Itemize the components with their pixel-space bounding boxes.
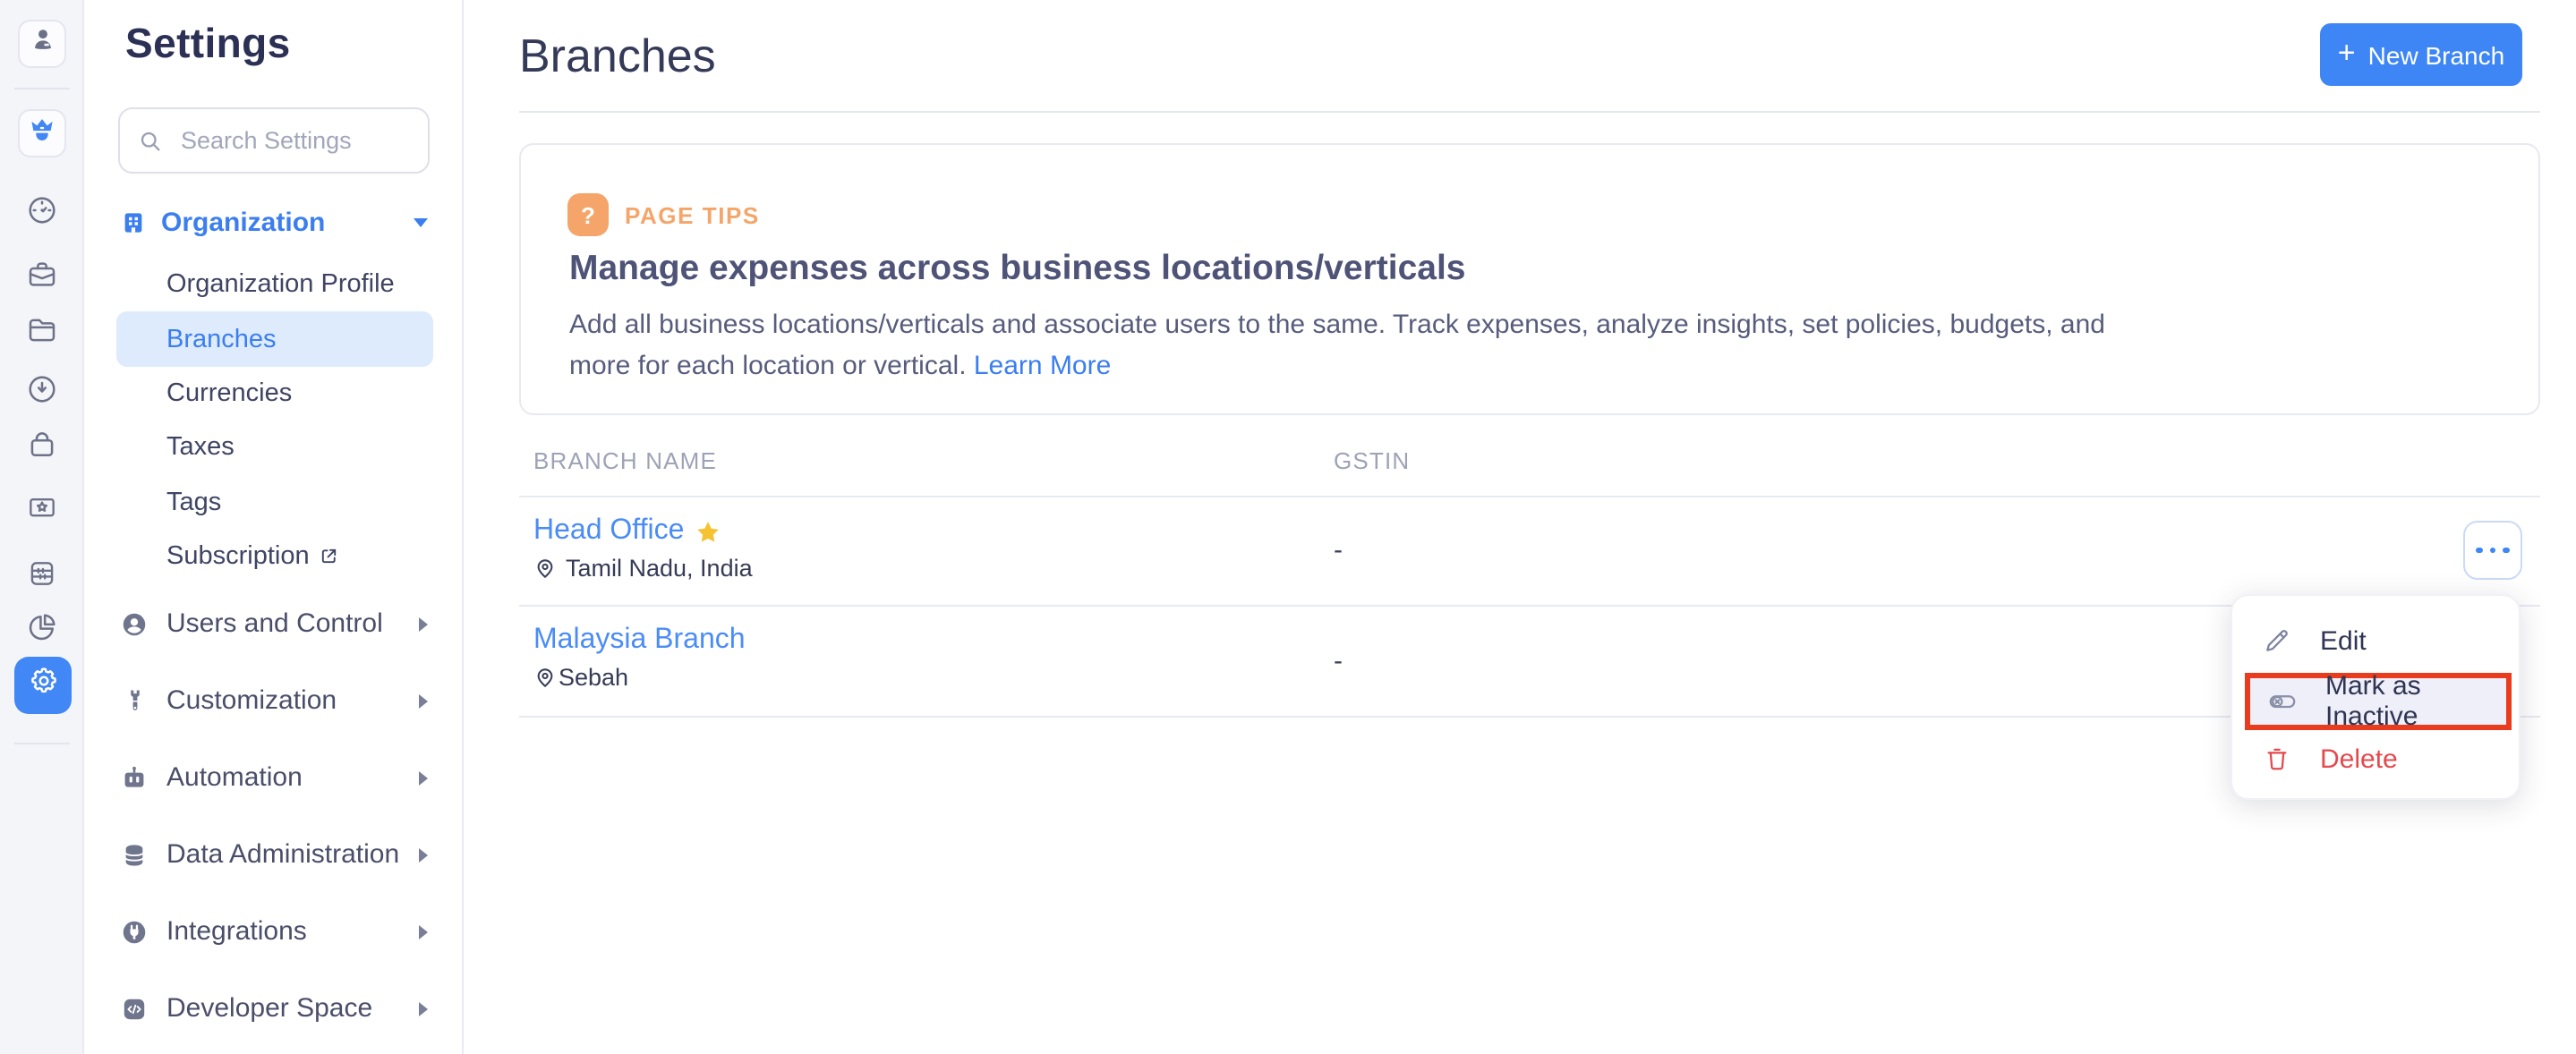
chevron-down-icon	[414, 217, 428, 226]
briefcase-icon[interactable]	[0, 258, 84, 292]
sidebar-section-automation[interactable]: Automation	[120, 739, 435, 816]
chevron-right-icon	[419, 693, 428, 708]
wrench-icon	[120, 687, 149, 714]
gstin-value: -	[1334, 535, 1343, 565]
new-branch-button[interactable]: + New Branch	[2320, 23, 2522, 86]
sidebar-section-integrations[interactable]: Integrations	[120, 893, 435, 970]
menu-item-edit[interactable]: Edit	[2232, 612, 2519, 669]
sidebar-section-organization[interactable]: Organization	[120, 200, 435, 243]
settings-nav-button[interactable]	[14, 657, 72, 714]
sidebar-section-developer-space[interactable]: Developer Space	[120, 970, 435, 1047]
table-header-border	[519, 496, 2540, 497]
sidebar-item-tags[interactable]: Tags	[116, 475, 433, 530]
page-tips-label: PAGE TIPS	[625, 202, 760, 229]
sidebar-section-users-and-control[interactable]: Users and Control	[120, 585, 435, 662]
learn-more-link[interactable]: Learn More	[974, 350, 1111, 380]
sidebar-item-taxes[interactable]: Taxes	[116, 421, 433, 475]
plug-icon	[120, 917, 149, 946]
question-badge-icon: ?	[567, 193, 609, 236]
robot-icon	[120, 763, 149, 792]
row-actions-menu: Edit Mark as Inactive Delete	[2231, 594, 2521, 800]
row-actions-more-button[interactable]	[2463, 521, 2522, 580]
sidebar-title: Settings	[125, 20, 291, 68]
chevron-right-icon	[419, 924, 428, 939]
star-icon	[695, 519, 721, 546]
search-settings-input[interactable]	[177, 125, 410, 156]
avatar-button[interactable]	[18, 20, 66, 68]
settings-sections: Users and Control Customization Automati…	[120, 585, 435, 1047]
app-icon-rail	[0, 0, 84, 1054]
organization-label: Organization	[161, 207, 325, 237]
sidebar-item-subscription[interactable]: Subscription	[116, 530, 433, 584]
ellipsis-icon	[2477, 547, 2484, 554]
shopping-bag-icon[interactable]	[0, 428, 84, 462]
dashboard-icon[interactable]	[0, 193, 84, 227]
table-row-head-office-link[interactable]: Head Office	[533, 515, 721, 548]
branch-location: Sebah	[533, 664, 628, 691]
header-divider	[519, 111, 2540, 113]
rail-divider	[14, 88, 70, 89]
page-title: Branches	[519, 29, 716, 84]
menu-item-delete[interactable]: Delete	[2232, 730, 2519, 787]
toggle-inactive-icon	[2266, 685, 2299, 718]
sidebar-section-data-administration[interactable]: Data Administration	[120, 816, 435, 893]
users-icon	[120, 609, 149, 638]
crown-icon	[27, 114, 57, 153]
code-icon	[120, 994, 149, 1023]
abacus-icon[interactable]	[0, 557, 84, 591]
sidebar-item-branches[interactable]: Branches	[116, 312, 433, 367]
chevron-right-icon	[419, 847, 428, 862]
crown-button[interactable]	[18, 109, 66, 157]
branch-location: Tamil Nadu, India	[533, 555, 753, 582]
sidebar-item-currencies[interactable]: Currencies	[116, 367, 433, 421]
location-pin-icon	[533, 557, 557, 580]
table-row-malaysia-branch-link[interactable]: Malaysia Branch	[533, 625, 746, 657]
organization-icon	[120, 208, 147, 235]
sidebar-item-organization-profile[interactable]: Organization Profile	[116, 258, 433, 312]
folder-icon[interactable]	[0, 313, 84, 347]
external-link-icon	[319, 547, 339, 567]
pencil-icon	[2261, 626, 2293, 655]
chevron-right-icon	[419, 770, 428, 785]
sidebar-section-customization[interactable]: Customization	[120, 662, 435, 739]
gear-icon	[26, 664, 60, 707]
search-icon	[138, 128, 163, 153]
menu-item-mark-as-inactive[interactable]: Mark as Inactive	[2245, 673, 2512, 729]
chevron-right-icon	[419, 1001, 428, 1016]
page-tips-body: Add all business locations/verticals and…	[569, 306, 2105, 387]
rail-divider	[14, 743, 70, 744]
page-tips-body-line1: Add all business locations/verticals and…	[569, 306, 2105, 346]
search-settings-box[interactable]	[118, 107, 430, 174]
page-tips-heading: Manage expenses across business location…	[569, 249, 1466, 290]
gstin-value: -	[1334, 646, 1343, 676]
main-content: Branches + New Branch ? PAGE TIPS Manage…	[464, 0, 2576, 1054]
column-header-gstin: GSTIN	[1334, 447, 1410, 474]
user-icon	[28, 25, 56, 63]
chevron-right-icon	[419, 616, 428, 631]
page-tips-card: ? PAGE TIPS Manage expenses across busin…	[519, 143, 2540, 415]
trash-icon	[2261, 744, 2293, 773]
settings-sidebar: Settings Organization Organization Profi…	[86, 0, 464, 1054]
plus-icon: +	[2338, 36, 2356, 72]
column-header-branch-name: BRANCH NAME	[533, 447, 717, 474]
page-tips-body-line2: more for each location or vertical. Lear…	[569, 346, 2105, 387]
app-root: Settings Organization Organization Profi…	[0, 0, 2576, 1054]
pie-chart-icon[interactable]	[0, 610, 84, 644]
location-pin-icon	[533, 666, 557, 689]
card-star-icon[interactable]	[0, 490, 84, 524]
database-icon	[120, 840, 149, 869]
organization-menu: Organization Profile Branches Currencies…	[116, 258, 433, 584]
history-icon[interactable]	[0, 372, 84, 406]
